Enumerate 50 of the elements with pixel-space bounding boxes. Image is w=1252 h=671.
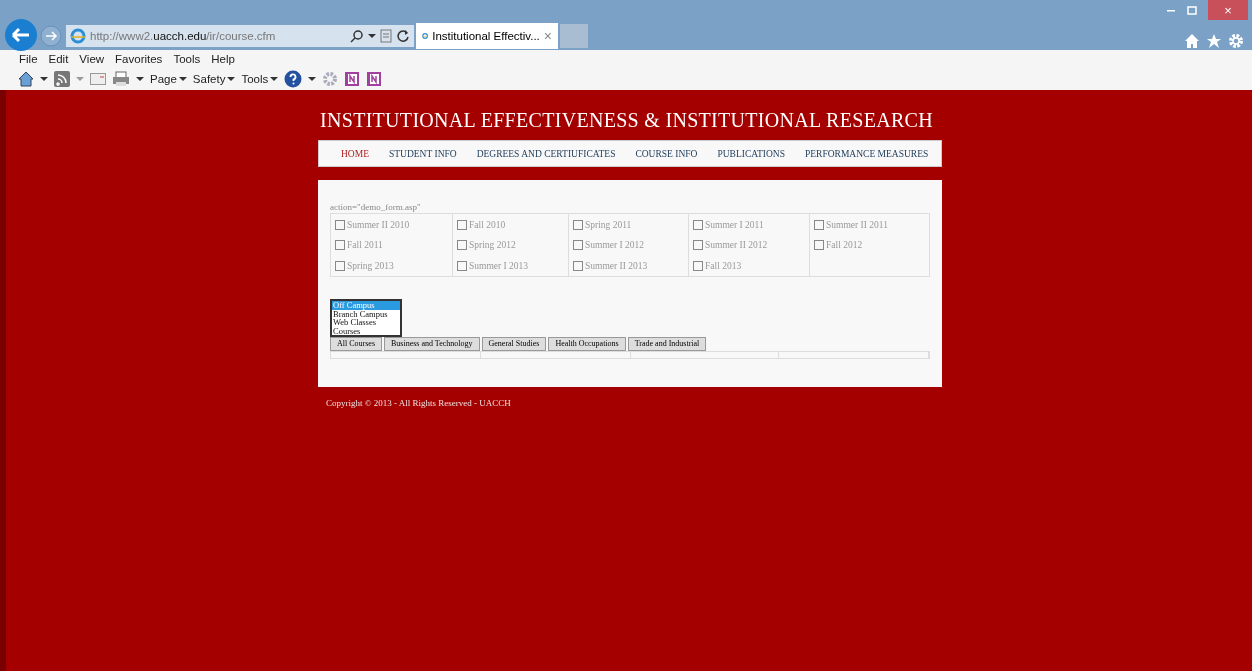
caret-icon[interactable]	[368, 33, 376, 39]
menu-item[interactable]: Edit	[48, 53, 69, 65]
feed-icon[interactable]	[54, 71, 70, 87]
notebook-icon[interactable]	[344, 71, 361, 87]
tab-close-button[interactable]: ×	[543, 28, 552, 44]
nav-link[interactable]: STUDENT INFO	[389, 148, 457, 159]
toolbar-menu[interactable]: Page	[150, 73, 187, 85]
search-icon[interactable]	[350, 29, 364, 43]
toolbar-menu[interactable]: Tools	[241, 73, 279, 85]
printer-icon[interactable]	[112, 71, 130, 87]
address-field[interactable]: http://www2.uacch.edu/ir/course.cfm	[66, 25, 414, 47]
mail-icon[interactable]	[90, 73, 106, 85]
nav-link[interactable]: PERFORMANCE MEASURES	[805, 148, 929, 159]
nav-link[interactable]: COURSE INFO	[635, 148, 698, 159]
restore-icon[interactable]	[1186, 4, 1198, 16]
browser-logo-icon	[70, 28, 86, 44]
menu-item[interactable]: Help	[211, 53, 235, 65]
settings-icon[interactable]	[1228, 33, 1244, 49]
menu-item[interactable]: Tools	[173, 53, 201, 65]
course-tab[interactable]: Trade and Industrial	[627, 337, 707, 351]
home-icon[interactable]	[18, 71, 34, 87]
notebook-icon[interactable]	[366, 71, 383, 87]
star-icon[interactable]	[1206, 33, 1222, 49]
caret-icon[interactable]	[40, 76, 48, 82]
menu-item[interactable]: View	[79, 53, 105, 65]
caret-icon	[227, 76, 236, 82]
menu-item[interactable]: Favorites	[115, 53, 163, 65]
course-tab[interactable]: General Studies	[481, 337, 547, 351]
campus-listbox[interactable]: Off Campus Branch Campus Web Classes Courses	[330, 299, 402, 337]
form-note: action="demo_form.asp"	[330, 202, 422, 212]
nav-link[interactable]: HOME	[341, 148, 369, 159]
close-button[interactable]: ×	[1208, 0, 1248, 20]
nav-link[interactable]: PUBLICATIONS	[717, 148, 785, 159]
back-button[interactable]	[4, 18, 38, 52]
caret-icon	[178, 76, 187, 82]
course-tab[interactable]: Business and Technology	[384, 337, 480, 351]
course-tab[interactable]: All Courses	[330, 337, 382, 351]
toolbar-menu[interactable]: Safety	[192, 73, 236, 85]
refresh-icon[interactable]	[396, 29, 410, 43]
caret-icon	[270, 76, 279, 82]
help-icon[interactable]	[284, 70, 303, 88]
site-title: INSTITUTIONAL EFFECTIVENESS & INSTITUTIONAL RESEARCH	[320, 108, 934, 132]
browser-tab[interactable]: Institutional Effectiv... ×	[416, 23, 558, 49]
nav-link[interactable]: DEGREES AND CERTIUFICATES	[476, 148, 616, 159]
caret-icon[interactable]	[308, 76, 317, 82]
menu-item[interactable]: File	[19, 53, 38, 65]
course-tab[interactable]: Health Occupations	[548, 337, 626, 351]
caret-icon[interactable]	[136, 76, 144, 82]
copyright-text: Copyright © 2013 - All Rights Reserved - UACCH	[326, 398, 512, 408]
forward-button[interactable]	[40, 25, 62, 47]
